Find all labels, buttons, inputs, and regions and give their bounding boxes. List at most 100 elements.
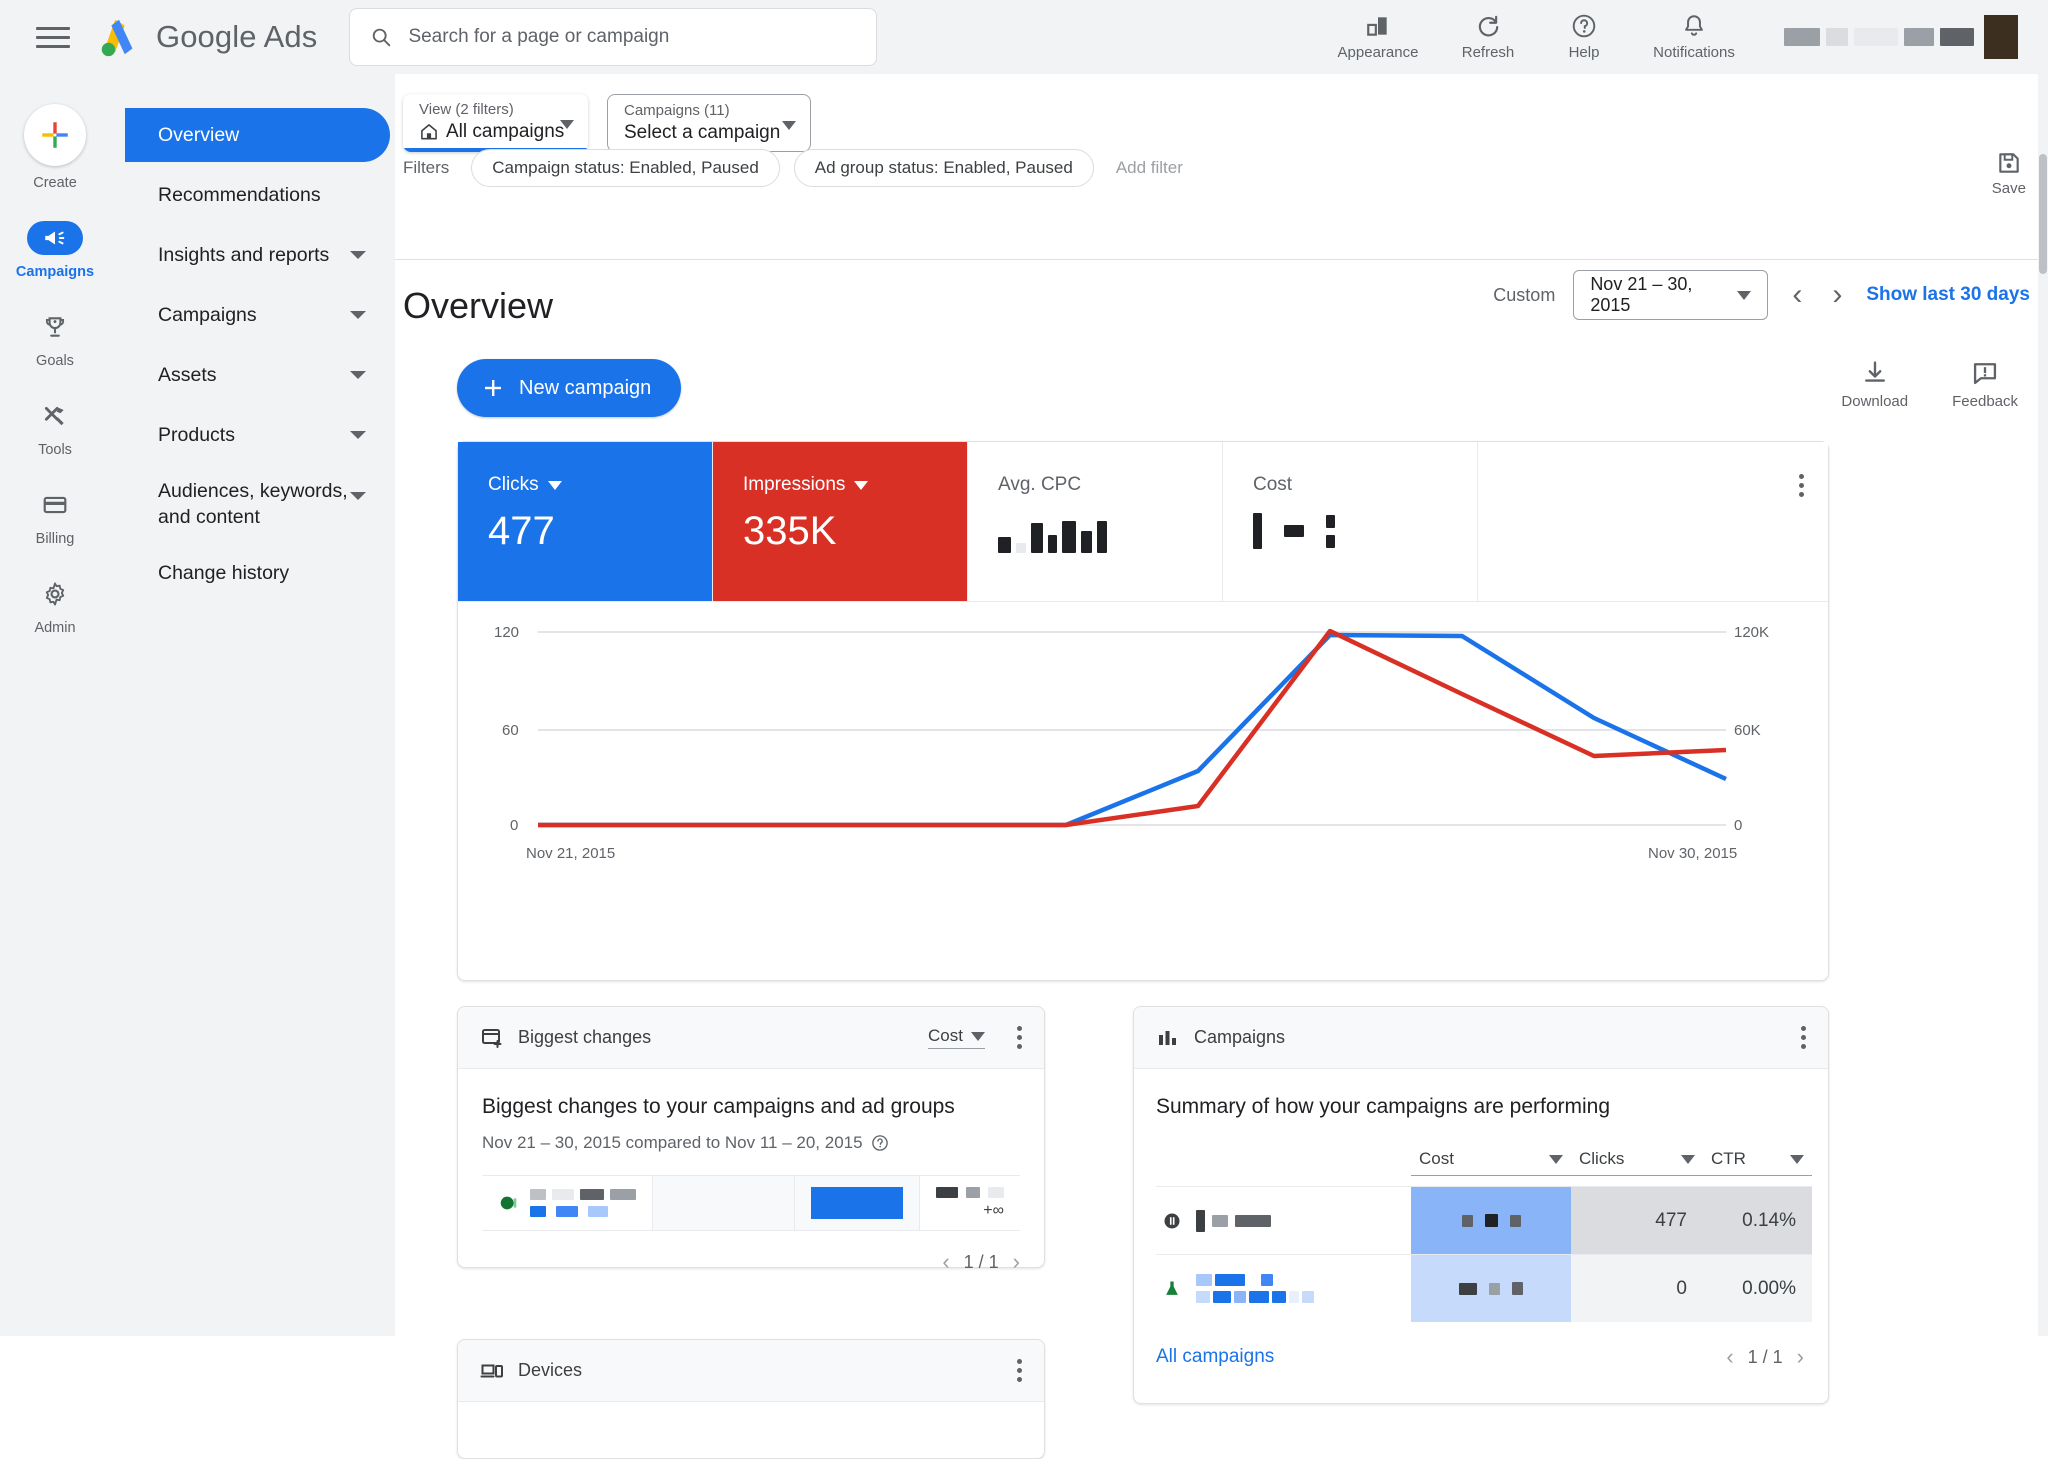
devices-icon bbox=[480, 1364, 503, 1377]
nav-label-assets: Assets bbox=[158, 363, 217, 386]
page-scrollbar-thumb[interactable] bbox=[2039, 154, 2047, 274]
biggest-changes-heading: Biggest changes to your campaigns and ad… bbox=[482, 1095, 955, 1118]
biggest-changes-sort-select[interactable]: Cost bbox=[928, 1026, 985, 1049]
prev-period-button[interactable]: ‹ bbox=[1786, 280, 1808, 310]
campaigns-col-ctr-label: CTR bbox=[1711, 1149, 1746, 1168]
credit-card-icon bbox=[43, 496, 67, 514]
view-selector-value-row: All campaigns bbox=[419, 121, 572, 143]
view-selector[interactable]: View (2 filters) All campaigns bbox=[403, 94, 588, 152]
chevron-down-icon[interactable] bbox=[560, 120, 574, 129]
search-input[interactable] bbox=[408, 26, 857, 48]
create-label: Create bbox=[33, 175, 77, 191]
nav-item-products[interactable]: Products bbox=[125, 408, 390, 462]
search-bar[interactable] bbox=[349, 8, 878, 66]
add-filter-button[interactable]: Add filter bbox=[1108, 158, 1191, 178]
primary-nav-menu: Overview Recommendations Insights and re… bbox=[110, 74, 395, 1336]
help-button[interactable]: Help bbox=[1536, 0, 1632, 74]
chart-card-overflow-menu[interactable] bbox=[1799, 474, 1804, 497]
appearance-button[interactable]: Appearance bbox=[1316, 0, 1440, 74]
feedback-button[interactable]: Feedback bbox=[1952, 359, 2018, 410]
all-campaigns-link[interactable]: All campaigns bbox=[1156, 1346, 1274, 1368]
campaigns-table-row[interactable]: 477 0.14% bbox=[1156, 1186, 1812, 1254]
avatar[interactable] bbox=[1984, 15, 2018, 59]
nav-item-assets[interactable]: Assets bbox=[125, 348, 390, 402]
account-name-redacted[interactable] bbox=[1784, 28, 1974, 46]
y-axis-tick-left-0: 0 bbox=[510, 817, 519, 834]
view-selector-value: All campaigns bbox=[446, 121, 565, 142]
nav-item-campaigns[interactable]: Campaigns bbox=[125, 288, 390, 342]
metric-tile-impressions[interactable]: Impressions 335K bbox=[713, 442, 968, 601]
campaigns-col-ctr[interactable]: CTR bbox=[1703, 1149, 1812, 1176]
rail-item-campaigns[interactable]: Campaigns bbox=[0, 221, 110, 280]
hamburger-menu-icon[interactable] bbox=[36, 20, 70, 54]
biggest-changes-prev-page[interactable]: ‹ bbox=[942, 1249, 949, 1275]
campaigns-table-row[interactable]: 0 0.00% bbox=[1156, 1254, 1812, 1322]
chevron-down-icon bbox=[350, 492, 366, 500]
rail-item-tools[interactable]: Tools bbox=[0, 399, 110, 458]
campaigns-col-clicks[interactable]: Clicks bbox=[1571, 1149, 1703, 1176]
rail-item-admin[interactable]: Admin bbox=[0, 577, 110, 636]
brand-logo-area[interactable]: Google Ads bbox=[96, 15, 317, 59]
chevron-down-icon[interactable] bbox=[547, 480, 562, 490]
nav-label-change-history: Change history bbox=[158, 562, 290, 585]
nav-item-change-history[interactable]: Change history bbox=[125, 547, 390, 601]
campaigns-card-header: Campaigns bbox=[1134, 1007, 1828, 1069]
chevron-down-icon[interactable] bbox=[854, 480, 869, 490]
download-button[interactable]: Download bbox=[1841, 359, 1908, 410]
biggest-changes-overflow-menu[interactable] bbox=[1017, 1026, 1022, 1049]
metric-value-avg-cpc-redacted bbox=[998, 509, 1222, 553]
page-title: Overview bbox=[403, 285, 554, 326]
create-button[interactable]: Create bbox=[24, 104, 86, 191]
trophy-icon bbox=[45, 317, 65, 337]
plus-icon bbox=[42, 122, 68, 148]
download-icon bbox=[1864, 361, 1885, 382]
nav-label-products: Products bbox=[158, 423, 235, 446]
download-feedback-actions: Download Feedback bbox=[1841, 359, 2018, 410]
rail-item-billing[interactable]: Billing bbox=[0, 488, 110, 547]
nav-label-recommendations: Recommendations bbox=[158, 183, 321, 206]
chevron-down-icon bbox=[350, 371, 366, 379]
metric-tiles-filler bbox=[1478, 442, 1828, 601]
nav-item-audiences-keywords-content[interactable]: Audiences, keywords, and content bbox=[125, 468, 390, 541]
help-circle-icon[interactable] bbox=[871, 1134, 889, 1152]
feedback-icon bbox=[1973, 363, 1997, 385]
save-button[interactable]: Save bbox=[1992, 150, 2026, 197]
y-axis-tick-left-2: 120 bbox=[494, 624, 520, 641]
chevron-down-icon bbox=[971, 1031, 985, 1041]
nav-item-insights-and-reports[interactable]: Insights and reports bbox=[125, 228, 390, 282]
biggest-changes-cell-empty bbox=[652, 1176, 795, 1230]
biggest-changes-delta-cell: +∞ bbox=[920, 1176, 1020, 1230]
show-last-30-days-link[interactable]: Show last 30 days bbox=[1866, 284, 2030, 306]
filter-chip-adgroup-status[interactable]: Ad group status: Enabled, Paused bbox=[793, 149, 1094, 187]
metric-tile-avg-cpc[interactable]: Avg. CPC bbox=[968, 442, 1223, 601]
nav-item-overview[interactable]: Overview bbox=[125, 108, 390, 162]
rail-item-goals[interactable]: Goals bbox=[0, 310, 110, 369]
google-ads-logo-icon bbox=[101, 19, 133, 57]
campaigns-card-overflow-menu[interactable] bbox=[1801, 1026, 1806, 1049]
nav-item-recommendations[interactable]: Recommendations bbox=[125, 168, 390, 222]
notifications-button[interactable]: Notifications bbox=[1632, 0, 1756, 74]
filter-chip-campaign-status[interactable]: Campaign status: Enabled, Paused bbox=[471, 149, 780, 187]
campaigns-prev-page[interactable]: ‹ bbox=[1726, 1344, 1733, 1370]
date-range-picker[interactable]: Nov 21 – 30, 2015 bbox=[1573, 270, 1769, 320]
metric-tile-clicks[interactable]: Clicks 477 bbox=[458, 442, 713, 601]
campaign-selector-caption: Campaigns (11) bbox=[624, 102, 730, 119]
campaigns-col-cost[interactable]: Cost bbox=[1411, 1149, 1571, 1176]
refresh-icon bbox=[1478, 15, 1499, 37]
page-scrollbar-track[interactable] bbox=[2038, 74, 2048, 1336]
y-axis-tick-left-1: 60 bbox=[502, 722, 519, 739]
chevron-down-icon bbox=[350, 311, 366, 319]
metric-tile-cost[interactable]: Cost bbox=[1223, 442, 1478, 601]
filter-bar: View (2 filters) All campaigns Campaigns… bbox=[395, 74, 2048, 197]
y-axis-tick-right-0: 0 bbox=[1734, 817, 1743, 834]
refresh-button[interactable]: Refresh bbox=[1440, 0, 1536, 74]
new-campaign-button[interactable]: New campaign bbox=[457, 359, 682, 417]
campaign-selector-value: Select a campaign bbox=[624, 122, 781, 143]
biggest-changes-next-page[interactable]: › bbox=[1013, 1249, 1020, 1275]
nav-label-overview: Overview bbox=[158, 123, 240, 146]
next-period-button[interactable]: › bbox=[1826, 280, 1848, 310]
devices-overflow-menu[interactable] bbox=[1017, 1359, 1022, 1382]
campaign-selector[interactable]: Campaigns (11) Select a campaign bbox=[607, 94, 811, 152]
campaigns-next-page[interactable]: › bbox=[1797, 1344, 1804, 1370]
chevron-down-icon[interactable] bbox=[782, 121, 796, 130]
